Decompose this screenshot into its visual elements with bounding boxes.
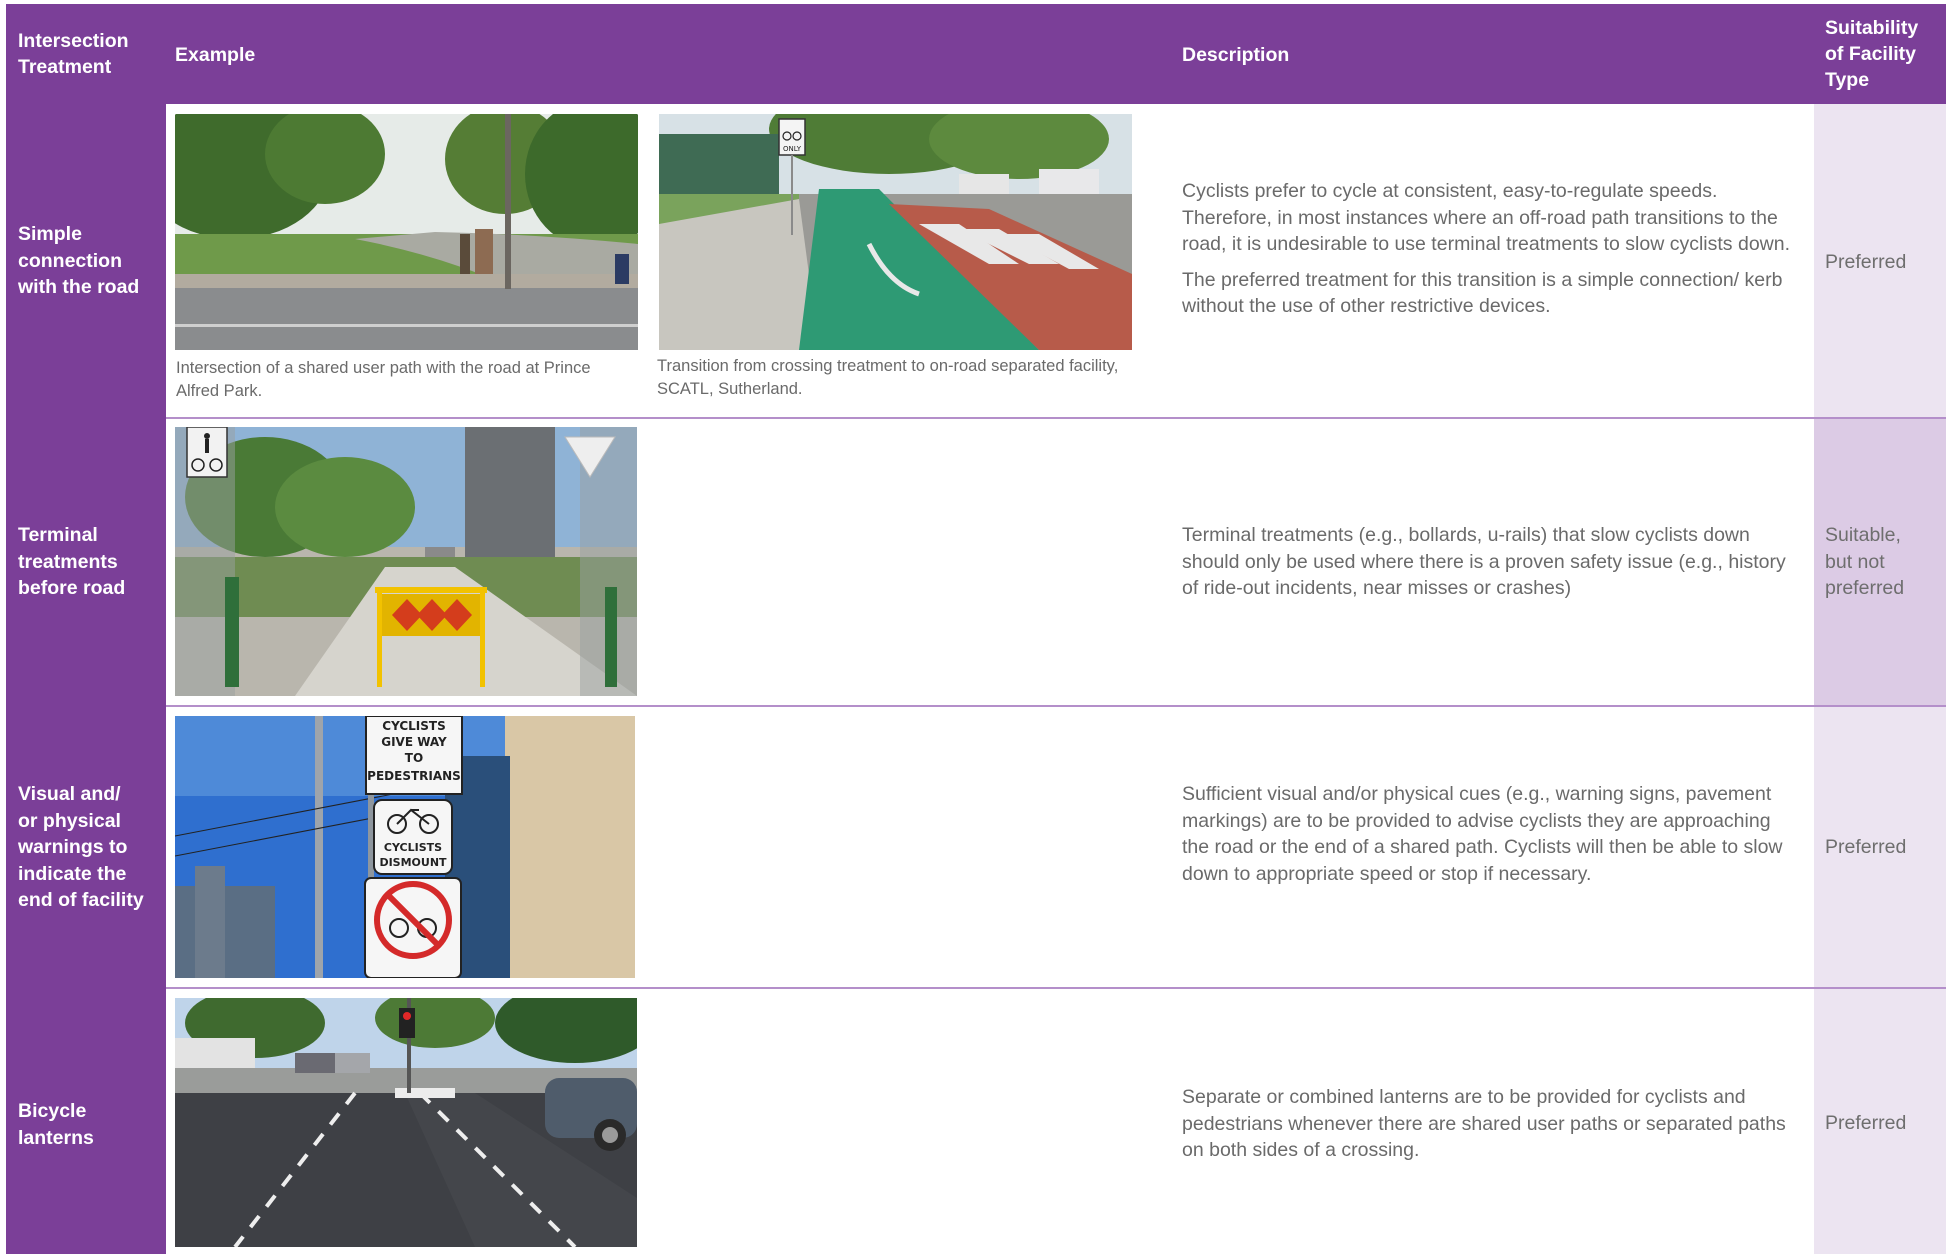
sign-text: DISMOUNT: [379, 856, 447, 869]
row-divider: [166, 987, 1946, 989]
sign-text: CYCLISTS: [382, 719, 445, 733]
sign-text: PEDESTRIANS: [367, 769, 461, 783]
row-description: Separate or combined lanterns are to be …: [1182, 1084, 1792, 1164]
sign-text: CYCLISTS: [384, 841, 442, 854]
description-paragraph: Terminal treatments (e.g., bollards, u-r…: [1182, 524, 1786, 599]
photo-terminal-treatment: [175, 427, 637, 696]
photo-bicycle-lanterns: [175, 998, 637, 1247]
row-treatment-label: Visual and/ or physical warnings to indi…: [18, 783, 144, 911]
row-divider: [166, 417, 1946, 419]
row-description: Terminal treatments (e.g., bollards, u-r…: [1182, 522, 1792, 602]
photo-caption: Transition from crossing treatment to on…: [657, 357, 1119, 398]
suitability-value: Preferred: [1825, 836, 1907, 858]
suitability-value: Suitable, but not preferred: [1825, 524, 1905, 599]
header-example: Example: [175, 44, 256, 66]
sign-text: GIVE WAY: [381, 735, 447, 749]
row-treatment-label: Terminal treatments before road: [18, 524, 126, 599]
row-divider: [166, 705, 1946, 707]
header-description: Description: [1182, 44, 1290, 66]
header-suitability: Suitability of Facility Type: [1825, 17, 1919, 91]
description-paragraph: Sufficient visual and/or physical cues (…: [1182, 783, 1783, 885]
only-sign-text: ONLY: [783, 145, 802, 153]
description-paragraph: Separate or combined lanterns are to be …: [1182, 1086, 1786, 1161]
row-treatment-label: Simple connection with the road: [18, 223, 140, 298]
treatment-table: Intersection Treatment Example Descripti…: [0, 0, 1946, 1254]
photo-scatl-sutherland: ONLY: [659, 114, 1132, 350]
row-description: Cyclists prefer to cycle at consistent, …: [1182, 178, 1792, 320]
photo-warning-signs: CYCLISTS GIVE WAY TO PEDESTRIANS CYCLIST…: [175, 716, 635, 978]
row-treatment-label: Bicycle lanterns: [18, 1100, 94, 1149]
header-treatment: Intersection Treatment: [18, 30, 129, 78]
sign-text: TO: [405, 751, 423, 765]
description-paragraph: Cyclists prefer to cycle at consistent, …: [1182, 180, 1791, 255]
table-header: [6, 4, 1946, 104]
photo-prince-alfred-park: [175, 114, 638, 350]
suitability-value: Preferred: [1825, 251, 1907, 273]
description-paragraph: The preferred treatment for this transit…: [1182, 268, 1783, 318]
photo-caption: Intersection of a shared user path with …: [176, 359, 591, 400]
row-description: Sufficient visual and/or physical cues (…: [1182, 781, 1792, 887]
suitability-value: Preferred: [1825, 1112, 1907, 1134]
